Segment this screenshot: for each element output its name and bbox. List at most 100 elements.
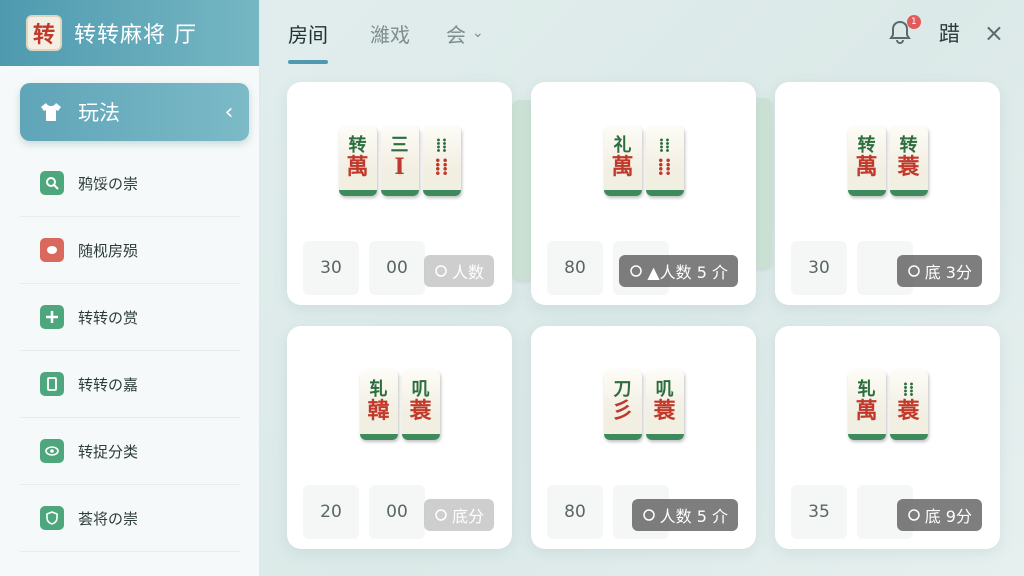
- mahjong-tile: 刀彡: [603, 370, 642, 440]
- info-icon: [434, 508, 448, 522]
- chevron-down-icon: ⌄: [472, 25, 484, 41]
- mahjong-tiles: 转萬转蓑: [775, 126, 1000, 196]
- room-info-text: 人数: [451, 263, 484, 282]
- sidebar-item-6[interactable]: 荟将の崇: [20, 485, 240, 552]
- room-info-text: 底分: [451, 507, 484, 526]
- tile-bottom-char: 蓑: [897, 153, 920, 180]
- close-button[interactable]: ×: [984, 19, 1004, 47]
- tab-rooms[interactable]: 房间: [288, 0, 328, 66]
- profile-button[interactable]: 踖: [939, 18, 960, 48]
- sidebar-item-label: 转转の嘉: [78, 375, 139, 394]
- sidebar-item-label: 转转の赏: [78, 308, 139, 327]
- mahjong-tile: 转蓑: [889, 126, 928, 196]
- chevron-left-icon[interactable]: ‹: [209, 100, 249, 125]
- mahjong-tiles: 轧萬 ⁞⁞ 蓑: [775, 370, 1000, 440]
- info-icon: [907, 508, 921, 522]
- tab-games[interactable]: 濰戏: [370, 0, 410, 66]
- tile-bottom-char: 萬: [611, 153, 634, 180]
- sidebar: 转 转转麻将 厅 玩法 ‹ 鸦馁の崇 随枧房殒 转转の赏 转转の嘉 转捉分类 荟…: [0, 0, 260, 576]
- sidebar-item-4[interactable]: 转转の嘉: [20, 351, 240, 418]
- room-info-text: 底 3分: [924, 263, 972, 282]
- mahjong-tile: 叽蓑: [645, 370, 684, 440]
- room-info-text: 人数 5 介: [659, 507, 728, 526]
- menu-section-toggle[interactable]: 玩法 ‹: [20, 83, 249, 141]
- card-stat: 30: [303, 241, 359, 295]
- mahjong-tile: ⁞⁞ ⁞⁞: [422, 126, 461, 196]
- room-info-pill: 底 9分: [896, 499, 982, 531]
- room-info-pill: 人数: [423, 255, 494, 287]
- sidebar-item-5[interactable]: 转捉分类: [20, 418, 240, 485]
- tab-more[interactable]: 会 ⌄: [446, 0, 484, 66]
- top-bar: 房间 濰戏 会 ⌄ 1 踖 ×: [260, 0, 1024, 66]
- notification-badge: 1: [906, 15, 921, 29]
- card-icon: [40, 372, 64, 396]
- app-logo: 转: [26, 15, 62, 51]
- menu-section-label: 玩法: [78, 101, 120, 125]
- card-stat: 80: [547, 485, 603, 539]
- sidebar-item-2[interactable]: 随枧房殒: [20, 217, 240, 284]
- mahjong-tiles: 礼萬 ⁞⁞ ⁞⁞: [531, 126, 756, 196]
- mahjong-tile: 转萬: [338, 126, 377, 196]
- info-icon: [642, 508, 656, 522]
- shield-icon: [40, 506, 64, 530]
- mahjong-tiles: 轧韓叽蓑: [287, 370, 512, 440]
- mahjong-tile: 转萬: [847, 126, 886, 196]
- info-icon: [907, 264, 921, 278]
- room-info-pill: 底分: [423, 499, 494, 531]
- sidebar-menu: 鸦馁の崇 随枧房殒 转转の赏 转转の嘉 转捉分类 荟将の崇: [20, 150, 240, 552]
- room-info-pill: ▲人数 5 介: [619, 255, 738, 287]
- sidebar-item-1[interactable]: 鸦馁の崇: [20, 150, 240, 217]
- tile-bottom-char: ⁞⁞: [434, 153, 449, 180]
- room-info-pill: 底 3分: [896, 255, 982, 287]
- mahjong-tile: 轧萬: [847, 370, 886, 440]
- search-icon: [40, 171, 64, 195]
- mahjong-tile: 叽蓑: [401, 370, 440, 440]
- notification-button[interactable]: 1: [887, 15, 921, 47]
- shirt-icon: [38, 99, 64, 125]
- tab-label: 濰戏: [370, 22, 410, 47]
- mahjong-tile: ⁞⁞ ⁞⁞: [645, 126, 684, 196]
- tab-label: 房间: [288, 22, 328, 47]
- tile-icon: [40, 238, 64, 262]
- tile-bottom-char: 蓑: [897, 397, 920, 424]
- tile-bottom-char: 萬: [855, 153, 878, 180]
- tile-bottom-char: 萬: [346, 153, 369, 180]
- tab-label: 会: [446, 22, 466, 47]
- sidebar-item-label: 转捉分类: [78, 442, 139, 461]
- tile-bottom-char: 彡: [611, 397, 634, 424]
- room-card[interactable]: 礼萬 ⁞⁞ ⁞⁞ 80 ▲人数 5 介: [531, 82, 756, 305]
- sidebar-item-label: 荟将の崇: [78, 509, 139, 528]
- mahjong-tiles: 转萬三 Ⅰ ⁞⁞ ⁞⁞: [287, 126, 512, 196]
- card-stat: 80: [547, 241, 603, 295]
- mahjong-tile: ⁞⁞ 蓑: [889, 370, 928, 440]
- top-bar-actions: 1 踖 ×: [887, 0, 1004, 66]
- app-title: 转转麻将 厅: [74, 23, 197, 48]
- info-icon: [629, 264, 643, 278]
- room-info-text: ▲人数 5 介: [647, 263, 728, 282]
- room-card[interactable]: 刀彡叽蓑 80 人数 5 介: [531, 326, 756, 549]
- card-stat: 00: [369, 241, 425, 295]
- tile-bottom-char: 萬: [855, 397, 878, 424]
- mahjong-tile: 三Ⅰ: [380, 126, 419, 196]
- tile-bottom-char: 韓: [367, 397, 390, 424]
- tile-bottom-char: 蓑: [653, 397, 676, 424]
- tile-bottom-char: ⁞⁞: [657, 153, 672, 180]
- room-card[interactable]: 轧韓叽蓑 20 00 底分: [287, 326, 512, 549]
- room-info-pill: 人数 5 介: [631, 499, 738, 531]
- sidebar-item-label: 鸦馁の崇: [78, 174, 139, 193]
- app-header: 转 转转麻将 厅: [0, 0, 259, 66]
- mahjong-tile: 礼萬: [603, 126, 642, 196]
- mahjong-tiles: 刀彡叽蓑: [531, 370, 756, 440]
- room-info-text: 底 9分: [924, 507, 972, 526]
- room-card[interactable]: 转萬三 Ⅰ ⁞⁞ ⁞⁞ 30 00 人数: [287, 82, 512, 305]
- card-stat: 20: [303, 485, 359, 539]
- card-stat: 00: [369, 485, 425, 539]
- info-icon: [434, 264, 448, 278]
- room-card[interactable]: 转萬转蓑 30 底 3分: [775, 82, 1000, 305]
- card-stat: 35: [791, 485, 847, 539]
- room-card[interactable]: 轧萬 ⁞⁞ 蓑 35 底 9分: [775, 326, 1000, 549]
- sidebar-item-3[interactable]: 转转の赏: [20, 284, 240, 351]
- sidebar-item-label: 随枧房殒: [78, 241, 139, 260]
- card-stat: 30: [791, 241, 847, 295]
- tile-bottom-char: 蓑: [409, 397, 432, 424]
